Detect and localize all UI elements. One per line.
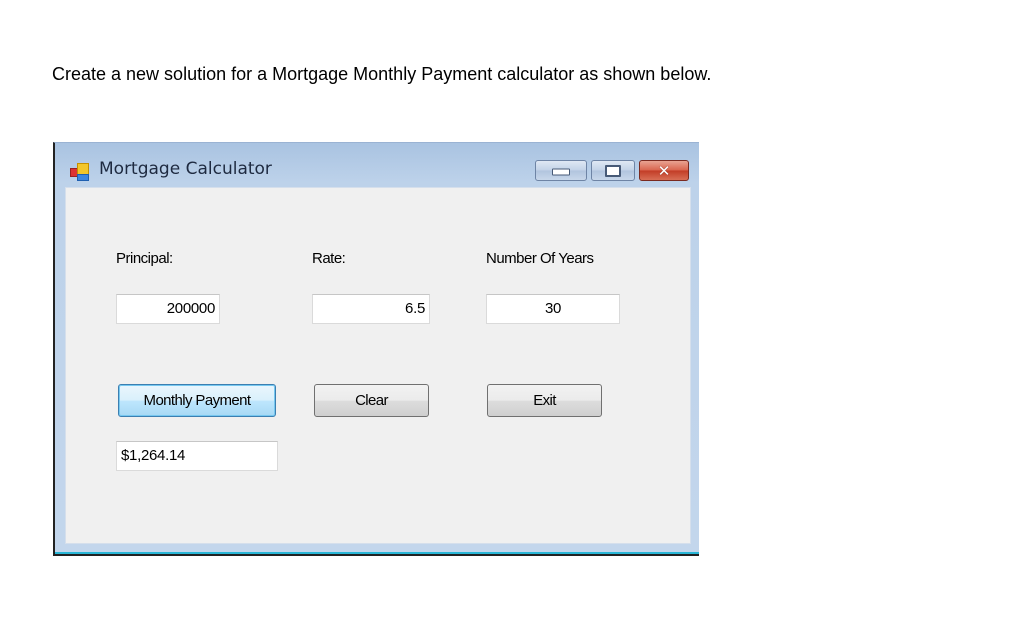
form-client-area: Principal: Rate: Number Of Years 200000 … xyxy=(65,187,691,544)
monthly-payment-result[interactable]: $1,264.14 xyxy=(116,441,278,471)
instruction-text: Create a new solution for a Mortgage Mon… xyxy=(52,64,712,84)
close-icon: ✕ xyxy=(657,161,671,180)
exit-button[interactable]: Exit xyxy=(487,384,602,417)
rate-label: Rate: xyxy=(312,250,346,267)
principal-label: Principal: xyxy=(116,250,173,267)
app-icon xyxy=(69,161,89,181)
mortgage-calculator-window: Mortgage Calculator ✕ Principal: Rate: N… xyxy=(53,142,699,556)
rate-input[interactable]: 6.5 xyxy=(312,294,430,324)
minimize-icon xyxy=(552,168,570,176)
window-title: Mortgage Calculator xyxy=(99,159,272,179)
close-button[interactable]: ✕ xyxy=(639,160,689,181)
minimize-button[interactable] xyxy=(535,160,587,181)
years-input[interactable]: 30 xyxy=(486,294,620,324)
maximize-button[interactable] xyxy=(591,160,635,181)
maximize-icon xyxy=(605,164,621,177)
principal-input[interactable]: 200000 xyxy=(116,294,220,324)
title-bar[interactable]: Mortgage Calculator ✕ xyxy=(55,143,699,187)
years-label: Number Of Years xyxy=(486,250,594,267)
monthly-payment-button[interactable]: Monthly Payment xyxy=(118,384,276,417)
clear-button[interactable]: Clear xyxy=(314,384,429,417)
